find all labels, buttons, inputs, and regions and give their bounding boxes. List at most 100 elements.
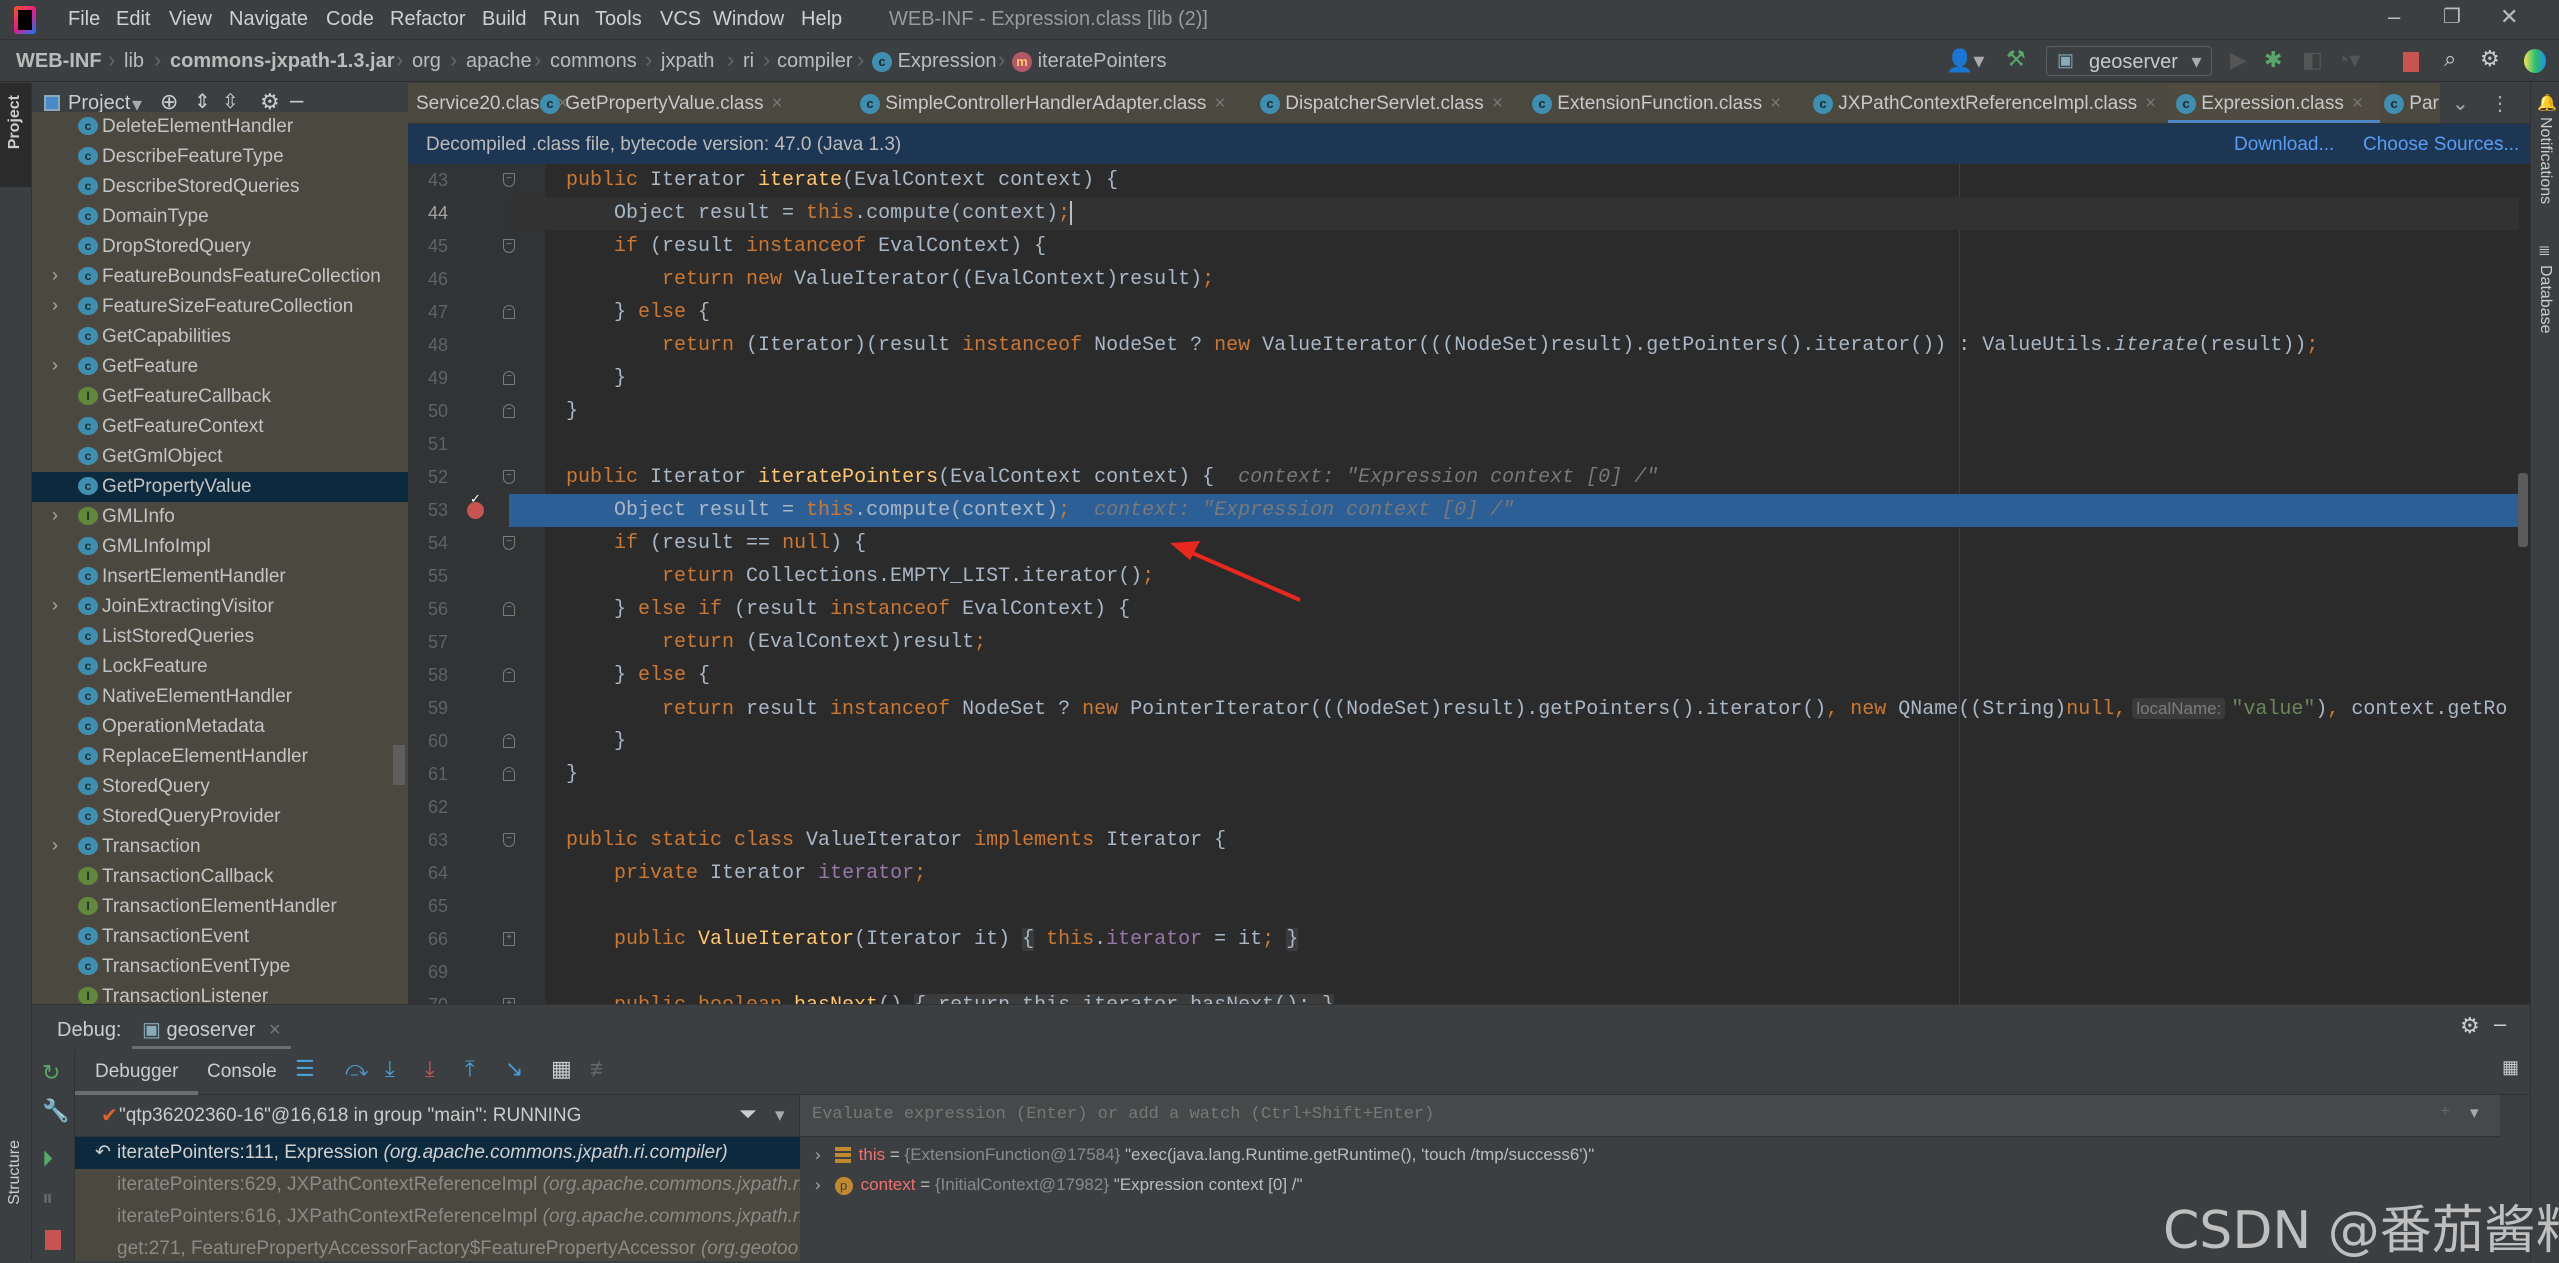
tree-item[interactable]: c TransactionEventType — [32, 952, 408, 982]
tree-item[interactable]: c ListStoredQueries — [32, 622, 408, 652]
menu-file[interactable]: File — [68, 8, 100, 31]
menu-tools[interactable]: Tools — [595, 8, 642, 31]
tree-item[interactable]: c GetPropertyValue — [32, 472, 408, 502]
menu-vcs[interactable]: VCS — [660, 8, 701, 31]
tree-item[interactable]: c GetCapabilities — [32, 322, 408, 352]
breadcrumb-expression[interactable]: c Expression — [872, 50, 997, 73]
breadcrumb-method[interactable]: m iteratePointers — [1012, 50, 1167, 73]
add-watch-icon[interactable]: + — [2440, 1103, 2450, 1122]
tab-jxpathcontextreferenceimpl[interactable]: c JXPathContextReferenceImpl.class × — [1813, 83, 2156, 123]
filter-icon[interactable]: ⏷ — [739, 1101, 757, 1127]
chevron-right-icon[interactable]: › — [52, 295, 58, 316]
chevron-right-icon[interactable]: › — [52, 595, 58, 616]
tab-getpropertyvalue[interactable]: c GetPropertyValue.class × — [540, 83, 783, 123]
chevron-right-icon[interactable]: › — [52, 505, 58, 526]
chevron-right-icon[interactable]: › — [52, 355, 58, 376]
code-line[interactable]: } — [408, 725, 2530, 758]
stack-frame[interactable]: iteratePointers:616, JXPathContextRefere… — [75, 1201, 800, 1233]
code-line[interactable]: public Iterator iterate(EvalContext cont… — [408, 164, 2530, 197]
breadcrumb-jar[interactable]: commons-jxpath-1.3.jar — [170, 50, 395, 73]
menu-code[interactable]: Code — [326, 8, 374, 31]
tree-item[interactable]: c StoredQuery — [32, 772, 408, 802]
menu-window[interactable]: Window — [713, 8, 784, 31]
code-line[interactable]: } — [408, 758, 2530, 791]
tree-item[interactable]: c GMLInfoImpl — [32, 532, 408, 562]
collapse-all-icon[interactable]: ⇳ — [222, 89, 239, 114]
hide-panel-icon[interactable]: – — [2494, 1011, 2506, 1037]
code-line[interactable]: return result instanceof NodeSet ? new P… — [408, 692, 2530, 725]
chevron-down-icon[interactable]: ▾ — [775, 1104, 785, 1127]
chevron-right-icon[interactable]: › — [815, 1145, 821, 1164]
trace-icon[interactable]: ≢ — [590, 1056, 612, 1082]
gear-icon[interactable]: ⚙ — [2460, 1013, 2480, 1039]
menu-navigate[interactable]: Navigate — [229, 8, 308, 31]
close-tab-icon[interactable]: × — [2145, 93, 2156, 114]
tree-item[interactable]: › c Transaction — [32, 832, 408, 862]
close-tab-icon[interactable]: × — [1492, 93, 1503, 114]
code-line[interactable]: return Collections.EMPTY_LIST.iterator()… — [408, 560, 2530, 593]
chevron-right-icon[interactable]: › — [52, 265, 58, 286]
tree-item[interactable]: c ReplaceElementHandler — [32, 742, 408, 772]
chevron-right-icon[interactable]: › — [52, 835, 58, 856]
step-over-icon[interactable]: ⤼ — [345, 1056, 369, 1082]
tab-expression[interactable]: c Expression.class × — [2168, 83, 2380, 123]
restore-icon[interactable]: ❐ — [2443, 4, 2461, 29]
user-icon[interactable]: 👤▾ — [1946, 48, 1984, 74]
tree-item[interactable]: c DescribeFeatureType — [32, 142, 408, 172]
rerun-icon[interactable]: ↻ — [42, 1060, 60, 1086]
tree-item[interactable]: › c JoinExtractingVisitor — [32, 592, 408, 622]
code-line[interactable]: if (result == null) { — [408, 527, 2530, 560]
tree-item[interactable]: › c FeatureBoundsFeatureCollection — [32, 262, 408, 292]
build-hammer-icon[interactable]: ⚒ — [2006, 46, 2026, 72]
code-line[interactable]: } else { — [408, 296, 2530, 329]
code-line[interactable] — [408, 956, 2530, 989]
close-tab-icon[interactable]: × — [1214, 93, 1225, 114]
code-line[interactable] — [408, 428, 2530, 461]
menu-build[interactable]: Build — [482, 8, 526, 31]
menu-edit[interactable]: Edit — [116, 8, 150, 31]
tree-item[interactable]: c DomainType — [32, 202, 408, 232]
editor-scrollbar[interactable] — [2518, 473, 2528, 547]
stop-icon[interactable] — [2403, 52, 2419, 72]
debug-bug-icon[interactable]: ✱ — [2264, 47, 2282, 73]
tree-item[interactable]: c DeleteElementHandler — [32, 112, 408, 142]
structure-tool-button[interactable]: Structure — [6, 1140, 24, 1205]
code-line[interactable]: return (EvalContext)result; — [408, 626, 2530, 659]
tree-item[interactable]: c TransactionEvent — [32, 922, 408, 952]
hide-panel-icon[interactable]: – — [290, 87, 303, 115]
show-hidden-tabs-icon[interactable]: ⌄ — [2452, 91, 2469, 116]
choose-sources-link[interactable]: Choose Sources... — [2363, 134, 2519, 156]
tree-item[interactable]: c GetGmlObject — [32, 442, 408, 472]
code-line[interactable]: } — [408, 395, 2530, 428]
coverage-icon[interactable]: ◧ — [2302, 47, 2323, 73]
minimize-icon[interactable]: – — [2388, 4, 2400, 30]
tab-dispatcherservlet[interactable]: c DispatcherServlet.class × — [1260, 83, 1503, 123]
tree-item[interactable]: c DescribeStoredQueries — [32, 172, 408, 202]
breadcrumb-ri[interactable]: ri — [743, 50, 754, 73]
chevron-right-icon[interactable]: › — [815, 1175, 821, 1194]
code-line[interactable] — [408, 890, 2530, 923]
code-line[interactable]: private Iterator iterator; — [408, 857, 2530, 890]
download-link[interactable]: Download... — [2234, 134, 2334, 156]
tab-debugger[interactable]: Debugger — [75, 1050, 199, 1095]
code-line[interactable]: return (Iterator)(result instanceof Node… — [408, 329, 2530, 362]
expand-all-icon[interactable]: ⇕ — [194, 89, 211, 114]
tab-simplecontrollerhandleradapter[interactable]: c SimpleControllerHandlerAdapter.class × — [860, 83, 1225, 123]
thread-selector[interactable]: ✔ "qtp36202360-16"@16,618 in group "main… — [75, 1095, 800, 1137]
run-to-cursor-icon[interactable]: ↘ — [505, 1056, 523, 1082]
breadcrumb-apache[interactable]: apache — [466, 50, 532, 73]
code-line[interactable] — [408, 791, 2530, 824]
breakpoint-icon[interactable] — [467, 492, 484, 519]
tree-item[interactable]: c StoredQueryProvider — [32, 802, 408, 832]
stack-frame[interactable]: get:271, FeaturePropertyAccessorFactory$… — [75, 1233, 800, 1261]
code-line[interactable]: public static class ValueIterator implem… — [408, 824, 2530, 857]
code-line[interactable]: if (result instanceof EvalContext) { — [408, 230, 2530, 263]
variable-row[interactable]: › this = {ExtensionFunction@17584} "exec(… — [815, 1145, 1594, 1165]
close-tab-icon[interactable]: × — [269, 1019, 281, 1041]
code-line[interactable]: return new ValueIterator((EvalContext)re… — [408, 263, 2530, 296]
resume-icon[interactable]: ⏵ — [42, 1146, 53, 1172]
breadcrumb-web-inf[interactable]: WEB-INF — [16, 50, 102, 73]
tree-item[interactable]: c NativeElementHandler — [32, 682, 408, 712]
force-step-into-icon[interactable]: ⤓ — [425, 1056, 435, 1082]
close-icon[interactable]: ✕ — [2500, 4, 2518, 30]
